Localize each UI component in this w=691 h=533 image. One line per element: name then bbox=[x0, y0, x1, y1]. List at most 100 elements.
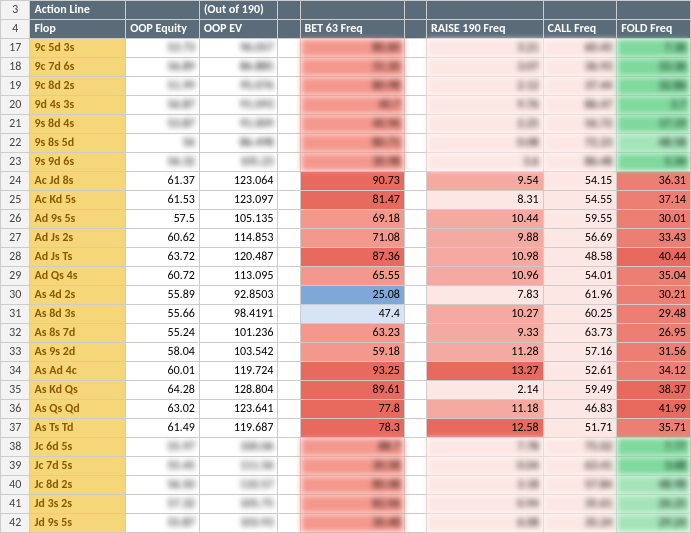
bet63-cell[interactable]: 93.25 bbox=[300, 362, 404, 381]
gap-cell[interactable] bbox=[278, 191, 300, 210]
table-row[interactable]: 34As Ad 4c60.01119.72493.2513.2752.6134.… bbox=[1, 362, 691, 381]
fold-cell[interactable]: 3.68 bbox=[617, 457, 691, 476]
flop-cell[interactable]: Jc 7d 5s bbox=[30, 457, 126, 476]
header-fold[interactable]: FOLD Freq bbox=[617, 20, 691, 39]
gap-cell[interactable] bbox=[278, 248, 300, 267]
oop-equity-cell[interactable]: 55.66 bbox=[126, 305, 200, 324]
flop-cell[interactable]: Ad 9s 5s bbox=[30, 210, 126, 229]
oop-equity-cell[interactable]: 60.01 bbox=[126, 362, 200, 381]
table-row[interactable]: 35As Kd Qs64.28128.80489.612.1459.4938.3… bbox=[1, 381, 691, 400]
call-cell[interactable]: 57.16 bbox=[543, 343, 617, 362]
call-cell[interactable]: 56.69 bbox=[543, 229, 617, 248]
oop-equity-cell[interactable]: 56.87 bbox=[126, 96, 200, 115]
table-row[interactable]: 25Ac Kd 5s61.53123.09781.478.3154.5537.1… bbox=[1, 191, 691, 210]
row-number[interactable]: 37 bbox=[1, 419, 30, 438]
gap-cell[interactable] bbox=[278, 39, 300, 58]
row-number[interactable]: 24 bbox=[1, 172, 30, 191]
raise190-cell[interactable]: 2.14 bbox=[426, 381, 543, 400]
call-cell[interactable]: 51.71 bbox=[543, 419, 617, 438]
oop-equity-cell[interactable]: 55.89 bbox=[126, 286, 200, 305]
row-number[interactable]: 27 bbox=[1, 229, 30, 248]
gap-cell[interactable] bbox=[404, 267, 426, 286]
flop-cell[interactable]: 9c 7d 6s bbox=[30, 58, 126, 77]
oop-equity-cell[interactable]: 60.72 bbox=[126, 267, 200, 286]
oop-equity-cell[interactable]: 53.87 bbox=[126, 115, 200, 134]
call-cell[interactable]: 35.61 bbox=[543, 495, 617, 514]
header-action-line[interactable]: Action Line bbox=[30, 1, 126, 20]
bet63-cell[interactable]: 77.8 bbox=[300, 400, 404, 419]
row-number[interactable]: 39 bbox=[1, 457, 30, 476]
oop-ev-cell[interactable]: 105.135 bbox=[199, 210, 278, 229]
call-cell[interactable]: 63.41 bbox=[543, 457, 617, 476]
fold-cell[interactable]: 41.99 bbox=[617, 400, 691, 419]
call-cell[interactable]: 86.47 bbox=[543, 96, 617, 115]
row-number[interactable]: 20 bbox=[1, 96, 30, 115]
oop-ev-cell[interactable]: 96.057 bbox=[199, 39, 278, 58]
table-row[interactable]: 219s 8d 4s53.8791.00940.962.2556.7217.19 bbox=[1, 115, 691, 134]
flop-cell[interactable]: Ad Js 2s bbox=[30, 229, 126, 248]
bet63-cell[interactable]: 40.7 bbox=[300, 96, 404, 115]
row-number[interactable]: 19 bbox=[1, 77, 30, 96]
oop-ev-cell[interactable]: 91.009 bbox=[199, 115, 278, 134]
flop-cell[interactable]: Jd 3s 2s bbox=[30, 495, 126, 514]
row-number[interactable]: 22 bbox=[1, 134, 30, 153]
bet63-cell[interactable]: 69.18 bbox=[300, 210, 404, 229]
header-out-of[interactable]: (Out of 190) bbox=[199, 1, 278, 20]
row-number[interactable]: 32 bbox=[1, 324, 30, 343]
call-cell[interactable]: 57.84 bbox=[543, 476, 617, 495]
gap-cell[interactable] bbox=[404, 58, 426, 77]
table-row[interactable]: 209d 4s 3s56.8791.09340.79.7686.473.7 bbox=[1, 96, 691, 115]
oop-equity-cell[interactable]: 63.72 bbox=[126, 248, 200, 267]
gap-cell[interactable] bbox=[278, 457, 300, 476]
bet63-cell[interactable]: 82.06 bbox=[300, 495, 404, 514]
call-cell[interactable]: 86.48 bbox=[543, 153, 617, 172]
gap-cell[interactable] bbox=[278, 438, 300, 457]
oop-ev-cell[interactable]: 123.064 bbox=[199, 172, 278, 191]
table-row[interactable]: 30As 4d 2s55.8992.850325.087.8361.9630.2… bbox=[1, 286, 691, 305]
table-row[interactable]: 27Ad Js 2s60.62114.85371.089.8856.6933.4… bbox=[1, 229, 691, 248]
row-number[interactable]: 3 bbox=[1, 1, 30, 20]
gap-cell[interactable] bbox=[404, 514, 426, 533]
gap-cell[interactable] bbox=[404, 286, 426, 305]
table-row[interactable]: 28Ad Js Ts63.72120.48787.3610.9848.5840.… bbox=[1, 248, 691, 267]
gap-cell[interactable] bbox=[404, 115, 426, 134]
flop-cell[interactable]: As Ts Td bbox=[30, 419, 126, 438]
table-row[interactable]: 36As Qs Qd63.02123.64177.811.1846.8341.9… bbox=[1, 400, 691, 419]
row-number[interactable]: 25 bbox=[1, 191, 30, 210]
bet63-cell[interactable]: 90.73 bbox=[300, 172, 404, 191]
gap-cell[interactable] bbox=[278, 286, 300, 305]
row-number[interactable]: 42 bbox=[1, 514, 30, 533]
call-cell[interactable]: 60.25 bbox=[543, 305, 617, 324]
gap-cell[interactable] bbox=[404, 248, 426, 267]
oop-equity-cell[interactable]: 53.73 bbox=[126, 39, 200, 58]
fold-cell[interactable]: 48.98 bbox=[617, 476, 691, 495]
raise190-cell[interactable]: 3.18 bbox=[426, 476, 543, 495]
gap-cell[interactable] bbox=[404, 419, 426, 438]
call-cell[interactable]: 72.23 bbox=[543, 134, 617, 153]
gap-cell[interactable] bbox=[404, 172, 426, 191]
raise190-cell[interactable]: 7.83 bbox=[426, 286, 543, 305]
table-row[interactable]: 179c 5d 3s53.7396.05780.603.2160.457.36 bbox=[1, 39, 691, 58]
call-cell[interactable]: 59.55 bbox=[543, 210, 617, 229]
raise190-cell[interactable]: 9.88 bbox=[426, 229, 543, 248]
gap-cell[interactable] bbox=[278, 343, 300, 362]
row-number[interactable]: 26 bbox=[1, 210, 30, 229]
fold-cell[interactable]: 3.7 bbox=[617, 96, 691, 115]
oop-ev-cell[interactable]: 105.75 bbox=[199, 495, 278, 514]
call-cell[interactable]: 60.45 bbox=[543, 39, 617, 58]
oop-ev-cell[interactable]: 119.687 bbox=[199, 419, 278, 438]
oop-equity-cell[interactable]: 57.32 bbox=[126, 495, 200, 514]
fold-cell[interactable]: 36.31 bbox=[617, 172, 691, 191]
gap-cell[interactable] bbox=[278, 400, 300, 419]
raise190-cell[interactable]: 10.96 bbox=[426, 267, 543, 286]
oop-equity-cell[interactable]: 61.49 bbox=[126, 419, 200, 438]
fold-cell[interactable]: 29.24 bbox=[617, 514, 691, 533]
oop-ev-cell[interactable]: 120.487 bbox=[199, 248, 278, 267]
flop-cell[interactable]: Jc 8d 2s bbox=[30, 476, 126, 495]
bet63-cell[interactable]: 80.48 bbox=[300, 476, 404, 495]
oop-equity-cell[interactable]: 58.04 bbox=[126, 343, 200, 362]
call-cell[interactable]: 54.15 bbox=[543, 172, 617, 191]
raise190-cell[interactable]: 9.76 bbox=[426, 96, 543, 115]
oop-ev-cell[interactable]: 103.542 bbox=[199, 343, 278, 362]
bet63-cell[interactable]: 80.98 bbox=[300, 77, 404, 96]
